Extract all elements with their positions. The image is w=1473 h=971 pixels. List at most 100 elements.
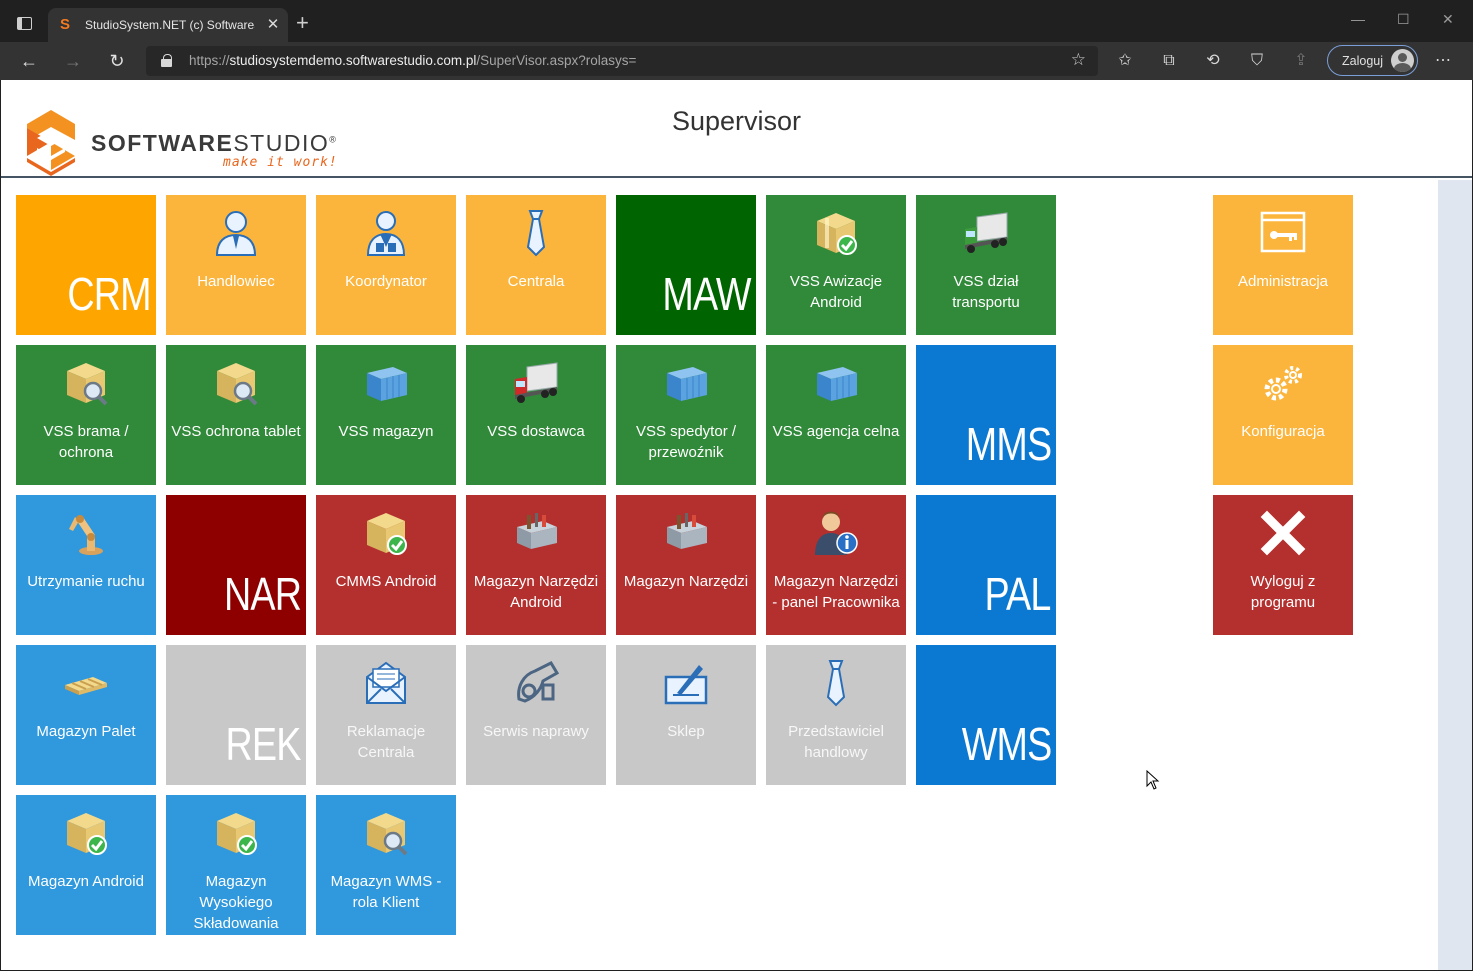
tile-label: Administracja	[1237, 273, 1329, 290]
user-info-icon	[815, 511, 858, 555]
tile-label: CMMS Android	[335, 573, 437, 590]
tile-vss-dzial-transportu[interactable]: VSS dział transportu	[916, 195, 1056, 335]
tile-vss-spedytor-przewoznik[interactable]: VSS spedytor / przewoźnik	[616, 345, 756, 485]
tile-magazyn-palet[interactable]: Magazyn Palet	[16, 645, 156, 785]
tile-handlowiec[interactable]: Handlowiec	[166, 195, 306, 335]
tile-mms[interactable]: MMS	[916, 345, 1056, 485]
tile-administracja[interactable]: Administracja	[1213, 195, 1353, 335]
tile-serwis-naprawy[interactable]: Serwis naprawy	[466, 645, 606, 785]
tile-cmms-android[interactable]: CMMS Android	[316, 495, 456, 635]
collections-icon[interactable]: ⧉	[1158, 50, 1180, 72]
container-icon	[367, 367, 407, 401]
tile-vss-awizacje-android[interactable]: VSS Awizacje Android	[766, 195, 906, 335]
tile-big-label: MAW	[662, 268, 752, 320]
admin-window-key-icon	[1260, 211, 1306, 253]
window-menu-icon[interactable]	[17, 17, 32, 30]
maximize-icon[interactable]: ☐	[1397, 11, 1410, 28]
tile-label: Serwis naprawy	[483, 723, 589, 740]
tile-crm[interactable]: CRM	[16, 195, 156, 335]
browser-tab-bar: S StudioSystem.NET (c) SoftwareSt ✕ + — …	[0, 0, 1473, 42]
tile-magazyn-wysokiego-skladowania[interactable]: Magazyn Wysokiego Składowania	[166, 795, 306, 935]
tile-wyloguj-z-programu[interactable]: Wyloguj z programu	[1213, 495, 1353, 635]
tile-wms[interactable]: WMS	[916, 645, 1056, 785]
tab-close-icon[interactable]: ✕	[265, 15, 281, 33]
box-search-icon	[367, 813, 408, 856]
page-title: Supervisor	[671, 106, 802, 136]
tile-vss-dostawca[interactable]: VSS dostawca	[466, 345, 606, 485]
tile-label: Magazyn Narzędzi Android	[473, 573, 599, 611]
history-icon[interactable]: ⟲	[1202, 50, 1224, 72]
tile-nar[interactable]: NAR	[166, 495, 306, 635]
tile-maw[interactable]: MAW	[616, 195, 756, 335]
tile-centrala[interactable]: Centrala	[466, 195, 606, 335]
browser-essentials-icon[interactable]: ⛉	[1246, 50, 1268, 72]
tile-label: Reklamacje Centrala	[346, 723, 426, 761]
tile-label: Magazyn Narzędzi - panel Pracownika	[772, 573, 900, 611]
tile-rek[interactable]: REK	[166, 645, 306, 785]
shop-sign-icon	[664, 665, 708, 705]
tile-reklamacje-centrala[interactable]: Reklamacje Centrala	[316, 645, 456, 785]
forward-icon[interactable]: →	[62, 50, 84, 72]
url-text[interactable]: https://studiosystemdemo.softwarestudio.…	[189, 53, 636, 68]
favorites-icon[interactable]: ✩	[1114, 50, 1136, 72]
page-header: SOFTWARESTUDIO® make it work! Supervisor	[1, 80, 1472, 178]
tile-label: Koordynator	[345, 273, 427, 290]
window-close-icon[interactable]: ✕	[1442, 11, 1454, 28]
tile-koordynator[interactable]: Koordynator	[316, 195, 456, 335]
tab-title: StudioSystem.NET (c) SoftwareSt	[85, 18, 255, 32]
more-menu-icon[interactable]: ⋯	[1432, 50, 1454, 72]
tile-magazyn-narzedzi[interactable]: Magazyn Narzędzi	[616, 495, 756, 635]
tile-label: Magazyn Android	[28, 873, 144, 890]
tile-label: Magazyn WMS - rola Klient	[330, 873, 442, 911]
tile-big-label: NAR	[223, 568, 302, 620]
avatar	[1391, 49, 1414, 72]
tile-sklep[interactable]: Sklep	[616, 645, 756, 785]
tie-icon	[826, 660, 846, 707]
share-icon[interactable]: ⇪	[1290, 50, 1312, 72]
tile-big-label: PAL	[984, 568, 1052, 620]
tile-vss-ochrona-tablet[interactable]: VSS ochrona tablet	[166, 345, 306, 485]
scrollbar[interactable]	[1438, 180, 1472, 970]
tie-icon	[526, 210, 546, 257]
tile-label: Konfiguracja	[1241, 423, 1325, 440]
back-icon[interactable]: ←	[18, 50, 40, 72]
tile-big-label: CRM	[67, 268, 152, 320]
tile-magazyn-narzedzi-panel-pracownika[interactable]: Magazyn Narzędzi - panel Pracownika	[766, 495, 906, 635]
mouse-cursor-icon	[1146, 770, 1160, 790]
box-check-icon	[367, 513, 407, 555]
tile-label: Handlowiec	[197, 273, 275, 290]
tile-big-label: WMS	[961, 718, 1052, 770]
site-favicon-icon: S	[60, 16, 71, 33]
toolbox-icon	[667, 513, 707, 549]
login-label: Zaloguj	[1342, 54, 1383, 68]
tile-vss-brama-ochrona[interactable]: VSS brama / ochrona	[16, 345, 156, 485]
browser-tab[interactable]: S StudioSystem.NET (c) SoftwareSt ✕	[48, 8, 288, 42]
minimize-icon[interactable]: —	[1351, 11, 1365, 27]
refresh-icon[interactable]: ↻	[106, 50, 128, 72]
businessman-icon	[215, 211, 257, 256]
container-icon	[817, 367, 857, 401]
tile-label: Utrzymanie ruchu	[27, 573, 145, 590]
address-bar[interactable]: https://studiosystemdemo.softwarestudio.…	[146, 46, 1098, 76]
tile-konfiguracja[interactable]: Konfiguracja	[1213, 345, 1353, 485]
tile-magazyn-android[interactable]: Magazyn Android	[16, 795, 156, 935]
tile-utrzymanie-ruchu[interactable]: Utrzymanie ruchu	[16, 495, 156, 635]
new-tab-icon[interactable]: +	[296, 12, 309, 34]
profile-login-button[interactable]: Zaloguj	[1327, 45, 1418, 76]
tile-label: Magazyn Narzędzi	[623, 573, 749, 590]
box-search-icon	[217, 363, 258, 406]
add-favorite-icon[interactable]: ☆	[1071, 50, 1086, 70]
tile-label: VSS spedytor / przewoźnik	[635, 423, 737, 461]
tile-magazyn-narzedzi-android[interactable]: Magazyn Narzędzi Android	[466, 495, 606, 635]
tile-label: Magazyn Wysokiego Składowania	[193, 873, 279, 932]
pallet-icon	[65, 677, 107, 695]
tile-label: VSS brama / ochrona	[43, 423, 129, 461]
tile-vss-magazyn[interactable]: VSS magazyn	[316, 345, 456, 485]
tile-pal[interactable]: PAL	[916, 495, 1056, 635]
browser-toolbar: ← → ↻ https://studiosystemdemo.softwares…	[0, 42, 1473, 80]
tile-magazyn-wms-rola-klient[interactable]: Magazyn WMS - rola Klient	[316, 795, 456, 935]
tile-label: Wyloguj z programu	[1250, 573, 1316, 611]
tile-przedstawiciel-handlowy[interactable]: Przedstawiciel handlowy	[766, 645, 906, 785]
box-check-icon	[817, 213, 857, 255]
tile-vss-agencja-celna[interactable]: VSS agencja celna	[766, 345, 906, 485]
